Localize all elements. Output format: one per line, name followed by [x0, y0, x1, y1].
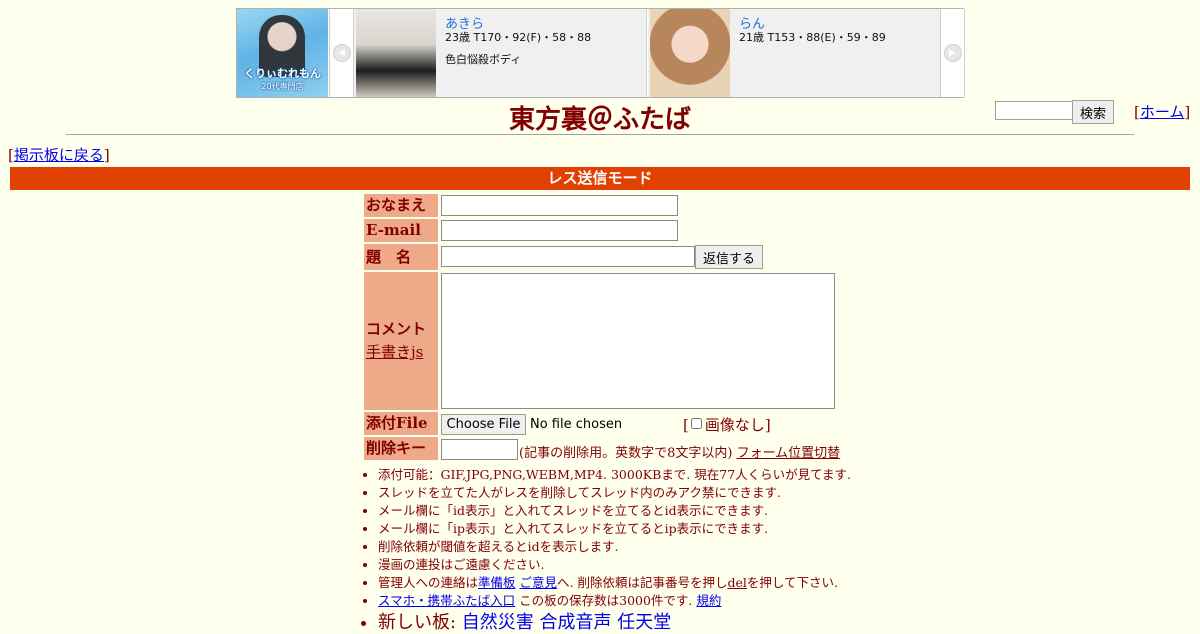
list-item: メール欄に「ip表示」と入れてスレッドを立てるとip表示にできます.: [378, 520, 908, 538]
banner-logo-image[interactable]: くりぃむれもん 20代専門店: [237, 9, 328, 97]
prep-board-link[interactable]: 準備板: [478, 575, 516, 590]
banner-card-catchphrase: 色白悩殺ボディ: [445, 53, 522, 66]
comment-textarea[interactable]: [441, 273, 835, 409]
subject-field[interactable]: [441, 246, 695, 267]
email-field[interactable]: [441, 220, 678, 241]
list-item: 漫画の連投はご遠慮ください.: [378, 556, 908, 574]
banner-prev-button[interactable]: ◀: [329, 9, 354, 97]
feedback-link[interactable]: ご意見: [520, 575, 558, 590]
banner-card[interactable]: あきら 23歳 T170・92(F)・58・88 色白悩殺ボディ: [354, 9, 647, 97]
list-item: メール欄に「id表示」と入れてスレッドを立てるとid表示にできます.: [378, 502, 908, 520]
list-item: 削除依頼が閾値を超えるとidを表示します.: [378, 538, 908, 556]
search-button[interactable]: 検索: [1072, 100, 1114, 124]
handwrite-js-link[interactable]: 手書きjs: [366, 341, 438, 362]
del-link[interactable]: del: [727, 575, 746, 590]
name-label: おなまえ: [364, 194, 438, 217]
back-nav: [掲示板に戻る]: [8, 146, 110, 164]
reply-submit-button[interactable]: 返信する: [695, 245, 763, 269]
form-position-toggle-link[interactable]: フォーム位置切替: [737, 446, 841, 461]
banner-card-photo[interactable]: [356, 9, 436, 97]
banner-card[interactable]: らん 21歳 T153・88(E)・59・89: [648, 9, 941, 97]
delete-key-field[interactable]: [441, 439, 518, 460]
no-image-label[interactable]: 画像なし: [705, 416, 765, 434]
list-item: 添付可能：GIF,JPG,PNG,WEBM,MP4. 3000KBまで. 現在7…: [378, 466, 908, 484]
file-label: 添付File: [364, 412, 438, 435]
choose-file-button[interactable]: Choose File: [441, 414, 526, 435]
delete-key-note: (記事の削除用。英数字で8文字以内) フォーム位置切替: [519, 446, 841, 461]
comment-label-cell: コメント 手書きjs: [364, 272, 438, 410]
mobile-entrance-link[interactable]: スマホ・携帯ふたば入口: [378, 593, 515, 608]
no-image-checkbox[interactable]: [690, 418, 702, 429]
delete-key-label: 削除キー: [364, 437, 438, 460]
search-input[interactable]: [995, 101, 1075, 120]
no-image-option: [画像なし]: [683, 416, 771, 434]
chevron-right-icon: ▶: [943, 44, 962, 62]
list-item: スレッドを立てた人がレスを削除してスレッド内のみアク禁にできます.: [378, 484, 908, 502]
banner-card-photo[interactable]: [650, 9, 730, 97]
comment-label: コメント: [366, 320, 427, 338]
banner-logo-text: くりぃむれもん 20代専門店: [244, 67, 321, 92]
list-item: スマホ・携帯ふたば入口 この板の保存数は3000件です. 規約: [378, 592, 908, 610]
home-nav: [ホーム]: [1134, 103, 1191, 121]
home-link[interactable]: ホーム: [1140, 103, 1185, 121]
new-boards-item: 新しい板: 自然災害 合成音声 任天堂: [378, 612, 908, 634]
board-rules-list: 添付可能：GIF,JPG,PNG,WEBM,MP4. 3000KBまで. 現在7…: [362, 466, 908, 634]
rules-link[interactable]: 規約: [696, 593, 721, 608]
file-status-text: No file chosen: [530, 417, 623, 432]
subject-label: 題 名: [364, 244, 438, 270]
name-field[interactable]: [441, 195, 678, 216]
email-label: E-mail: [364, 219, 438, 242]
ad-banner[interactable]: くりぃむれもん 20代専門店 ◀ あきら 23歳 T170・92(F)・58・8…: [236, 8, 965, 98]
chevron-left-icon: ◀: [332, 44, 351, 62]
list-item: 管理人への連絡は準備板 ご意見へ. 削除依頼は記事番号を押しdelを押して下さい…: [378, 574, 908, 592]
banner-card-stats: 21歳 T153・88(E)・59・89: [739, 31, 886, 44]
back-to-board-link[interactable]: 掲示板に戻る: [14, 146, 104, 164]
banner-next-button[interactable]: ▶: [940, 9, 965, 97]
title-divider: [66, 134, 1134, 135]
banner-card-stats: 23歳 T170・92(F)・58・88: [445, 31, 592, 44]
reply-mode-banner: レス送信モード: [10, 167, 1190, 190]
